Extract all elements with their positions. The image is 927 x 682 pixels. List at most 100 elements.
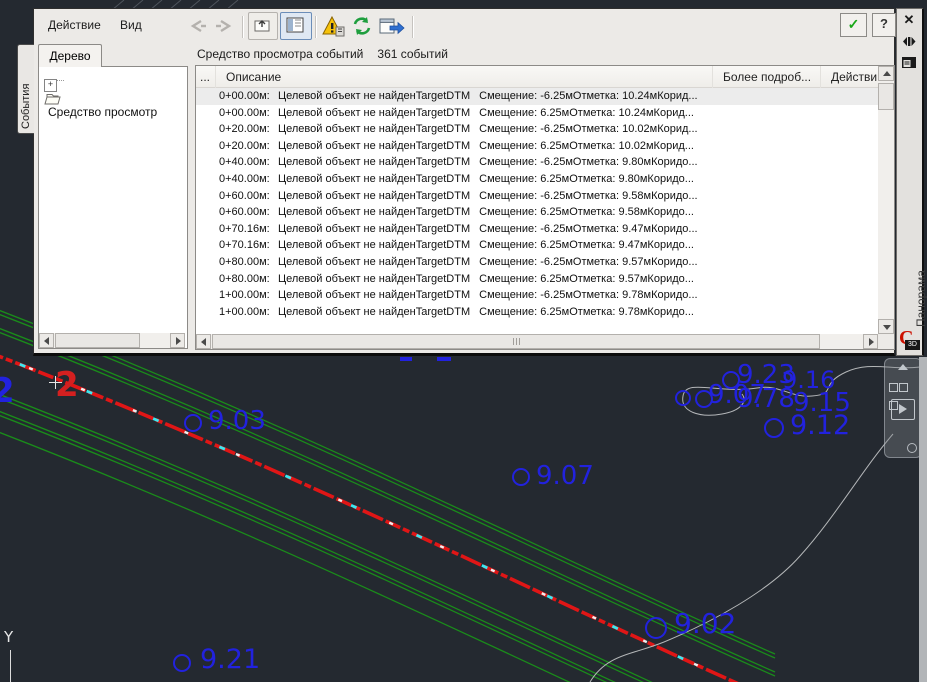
drawing-scrollbar[interactable]	[919, 357, 927, 682]
row-station: 1+00.00м:	[219, 287, 269, 304]
row-station: 0+70.16м:	[219, 237, 269, 254]
table-row[interactable]: 0+40.00м: Целевой объект не найденTarget…	[196, 171, 878, 188]
navbar-chevron-icon[interactable]	[898, 364, 908, 370]
row-detail: Смещение: -6.25мОтметка: 9.58мКоридо...	[479, 188, 697, 205]
toolbar-separator	[412, 16, 414, 38]
menu-action[interactable]: Действие	[48, 18, 101, 32]
row-message: Целевой объект не найденTargetDTM	[278, 271, 470, 288]
table-row[interactable]: 0+70.16м: Целевой объект не найденTarget…	[196, 237, 878, 254]
close-icon[interactable]: ✕	[901, 12, 917, 28]
row-station: 0+70.16м:	[219, 221, 269, 238]
table-row[interactable]: 1+00.00м: Целевой объект не найденTarget…	[196, 287, 878, 304]
collapse-panel-button[interactable]	[248, 12, 278, 40]
table-row[interactable]: 0+60.00м: Целевой объект не найденTarget…	[196, 204, 878, 221]
row-message: Целевой объект не найденTargetDTM	[278, 88, 470, 105]
tree-hscrollbar[interactable]	[39, 333, 185, 348]
menu-view[interactable]: Вид	[120, 18, 142, 32]
scroll-right-button[interactable]	[863, 334, 878, 349]
scroll-left-button[interactable]	[39, 333, 54, 348]
table-row[interactable]: 0+00.00м: Целевой объект не найденTarget…	[196, 105, 878, 122]
view-title: Средство просмотра событий361 событий	[197, 47, 448, 61]
ucs-y-axis-line	[10, 650, 11, 682]
table-row[interactable]: 0+20.00м: Целевой объект не найденTarget…	[196, 138, 878, 155]
row-detail: Смещение: -6.25мОтметка: 9.80мКоридо...	[479, 154, 697, 171]
autohide-icon[interactable]	[901, 35, 917, 48]
tree-connector	[57, 80, 64, 81]
column-description[interactable]: Описание	[216, 66, 713, 88]
help-button[interactable]: ?	[872, 13, 896, 37]
row-station: 0+80.00м:	[219, 254, 269, 271]
row-message: Целевой объект не найденTargetDTM	[278, 105, 470, 122]
expand-icon[interactable]: +	[44, 79, 57, 92]
event-warning-icon[interactable]	[321, 15, 347, 39]
navbar-options-icon[interactable]	[907, 443, 917, 453]
navbar-play-icon[interactable]	[891, 399, 915, 420]
row-message: Целевой объект не найденTargetDTM	[278, 304, 470, 321]
panorama-window: Действие Вид ✓ ? Дерево +Средство просмо…	[33, 8, 895, 356]
tab-tree[interactable]: Дерево	[38, 44, 102, 67]
tab-events-vertical[interactable]: События	[17, 44, 34, 134]
navigation-bar[interactable]	[884, 358, 922, 458]
row-detail: Смещение: 6.25мОтметка: 10.02мКорид...	[479, 138, 694, 155]
table-row[interactable]: 0+20.00м: Целевой объект не найденTarget…	[196, 121, 878, 138]
row-station: 0+20.00м:	[219, 121, 269, 138]
row-station: 0+00.00м:	[219, 105, 269, 122]
table-hscrollbar[interactable]	[196, 334, 878, 349]
contour-lines	[590, 366, 927, 682]
forward-button[interactable]	[212, 17, 238, 35]
refresh-icon[interactable]	[350, 15, 374, 39]
column-details[interactable]: Более подроб...	[713, 66, 821, 88]
row-message: Целевой объект не найденTargetDTM	[278, 154, 470, 171]
export-events-icon[interactable]	[378, 15, 406, 39]
row-message: Целевой объект не найденTargetDTM	[278, 237, 470, 254]
scroll-down-button[interactable]	[878, 319, 894, 334]
row-detail: Смещение: -6.25мОтметка: 9.78мКоридо...	[479, 287, 697, 304]
table-row[interactable]: 0+80.00м: Целевой объект не найденTarget…	[196, 271, 878, 288]
alignment-line	[0, 352, 775, 682]
column-action[interactable]: Действие	[821, 66, 877, 88]
row-station: 0+80.00м:	[219, 271, 269, 288]
navbar-squares-icon[interactable]	[889, 383, 917, 391]
corridor-edge-lines	[0, 306, 775, 682]
scroll-left-button[interactable]	[196, 334, 211, 349]
scroll-thumb[interactable]	[212, 334, 820, 349]
row-message: Целевой объект не найденTargetDTM	[278, 138, 470, 155]
ucs-y-axis-label: Y	[4, 628, 13, 646]
back-button[interactable]	[184, 17, 210, 35]
table-rows: 0+00.00м: Целевой объект не найденTarget…	[196, 88, 878, 334]
row-detail: Смещение: 6.25мОтметка: 10.24мКорид...	[479, 105, 694, 122]
apply-button[interactable]: ✓	[840, 13, 867, 37]
table-row[interactable]: 0+60.00м: Целевой объект не найденTarget…	[196, 188, 878, 205]
row-station: 0+00.00м:	[219, 88, 269, 105]
civil3d-workspace: { "palette": { "menus": { "action": "Дей…	[0, 0, 927, 682]
row-detail: Смещение: 6.25мОтметка: 9.78мКоридо...	[479, 304, 694, 321]
tab-events-label: События	[20, 84, 32, 129]
row-detail: Смещение: -6.25мОтметка: 9.47мКоридо...	[479, 221, 697, 238]
toolbar-separator	[315, 16, 317, 38]
table-row[interactable]: 0+00.00м: Целевой объект не найденTarget…	[196, 88, 878, 105]
toggle-tree-pane-button[interactable]	[280, 12, 312, 40]
table-row[interactable]: 0+70.16м: Целевой объект не найденTarget…	[196, 221, 878, 238]
column-icons[interactable]: ...	[196, 66, 216, 88]
folder-icon	[44, 92, 63, 105]
table-vscrollbar[interactable]	[878, 66, 894, 334]
scroll-up-button[interactable]	[878, 66, 894, 81]
table-row[interactable]: 1+00.00м: Целевой объект не найденTarget…	[196, 304, 878, 321]
scroll-right-button[interactable]	[170, 333, 185, 348]
row-detail: Смещение: 6.25мОтметка: 9.58мКоридо...	[479, 204, 694, 221]
scroll-thumb[interactable]	[878, 83, 894, 110]
row-detail: Смещение: -6.25мОтметка: 9.57мКоридо...	[479, 254, 697, 271]
table-row[interactable]: 0+40.00м: Целевой объект не найденTarget…	[196, 154, 878, 171]
properties-icon[interactable]	[901, 56, 917, 69]
tree-item-event-viewer[interactable]: +Средство просмотр	[44, 74, 157, 90]
toolbar-separator	[242, 16, 244, 38]
scroll-thumb[interactable]	[55, 333, 140, 348]
panorama-title-strip: ✕ Панорама C 3D	[896, 8, 924, 356]
row-message: Целевой объект не найденTargetDTM	[278, 204, 470, 221]
event-count: 361 событий	[377, 47, 448, 61]
help-icon: ?	[880, 16, 888, 31]
thumb-grip	[516, 338, 517, 345]
table-row[interactable]: 0+80.00м: Целевой объект не найденTarget…	[196, 254, 878, 271]
row-station: 0+60.00м:	[219, 204, 269, 221]
events-table: ... Описание Более подроб... Действие 0+…	[195, 65, 895, 350]
